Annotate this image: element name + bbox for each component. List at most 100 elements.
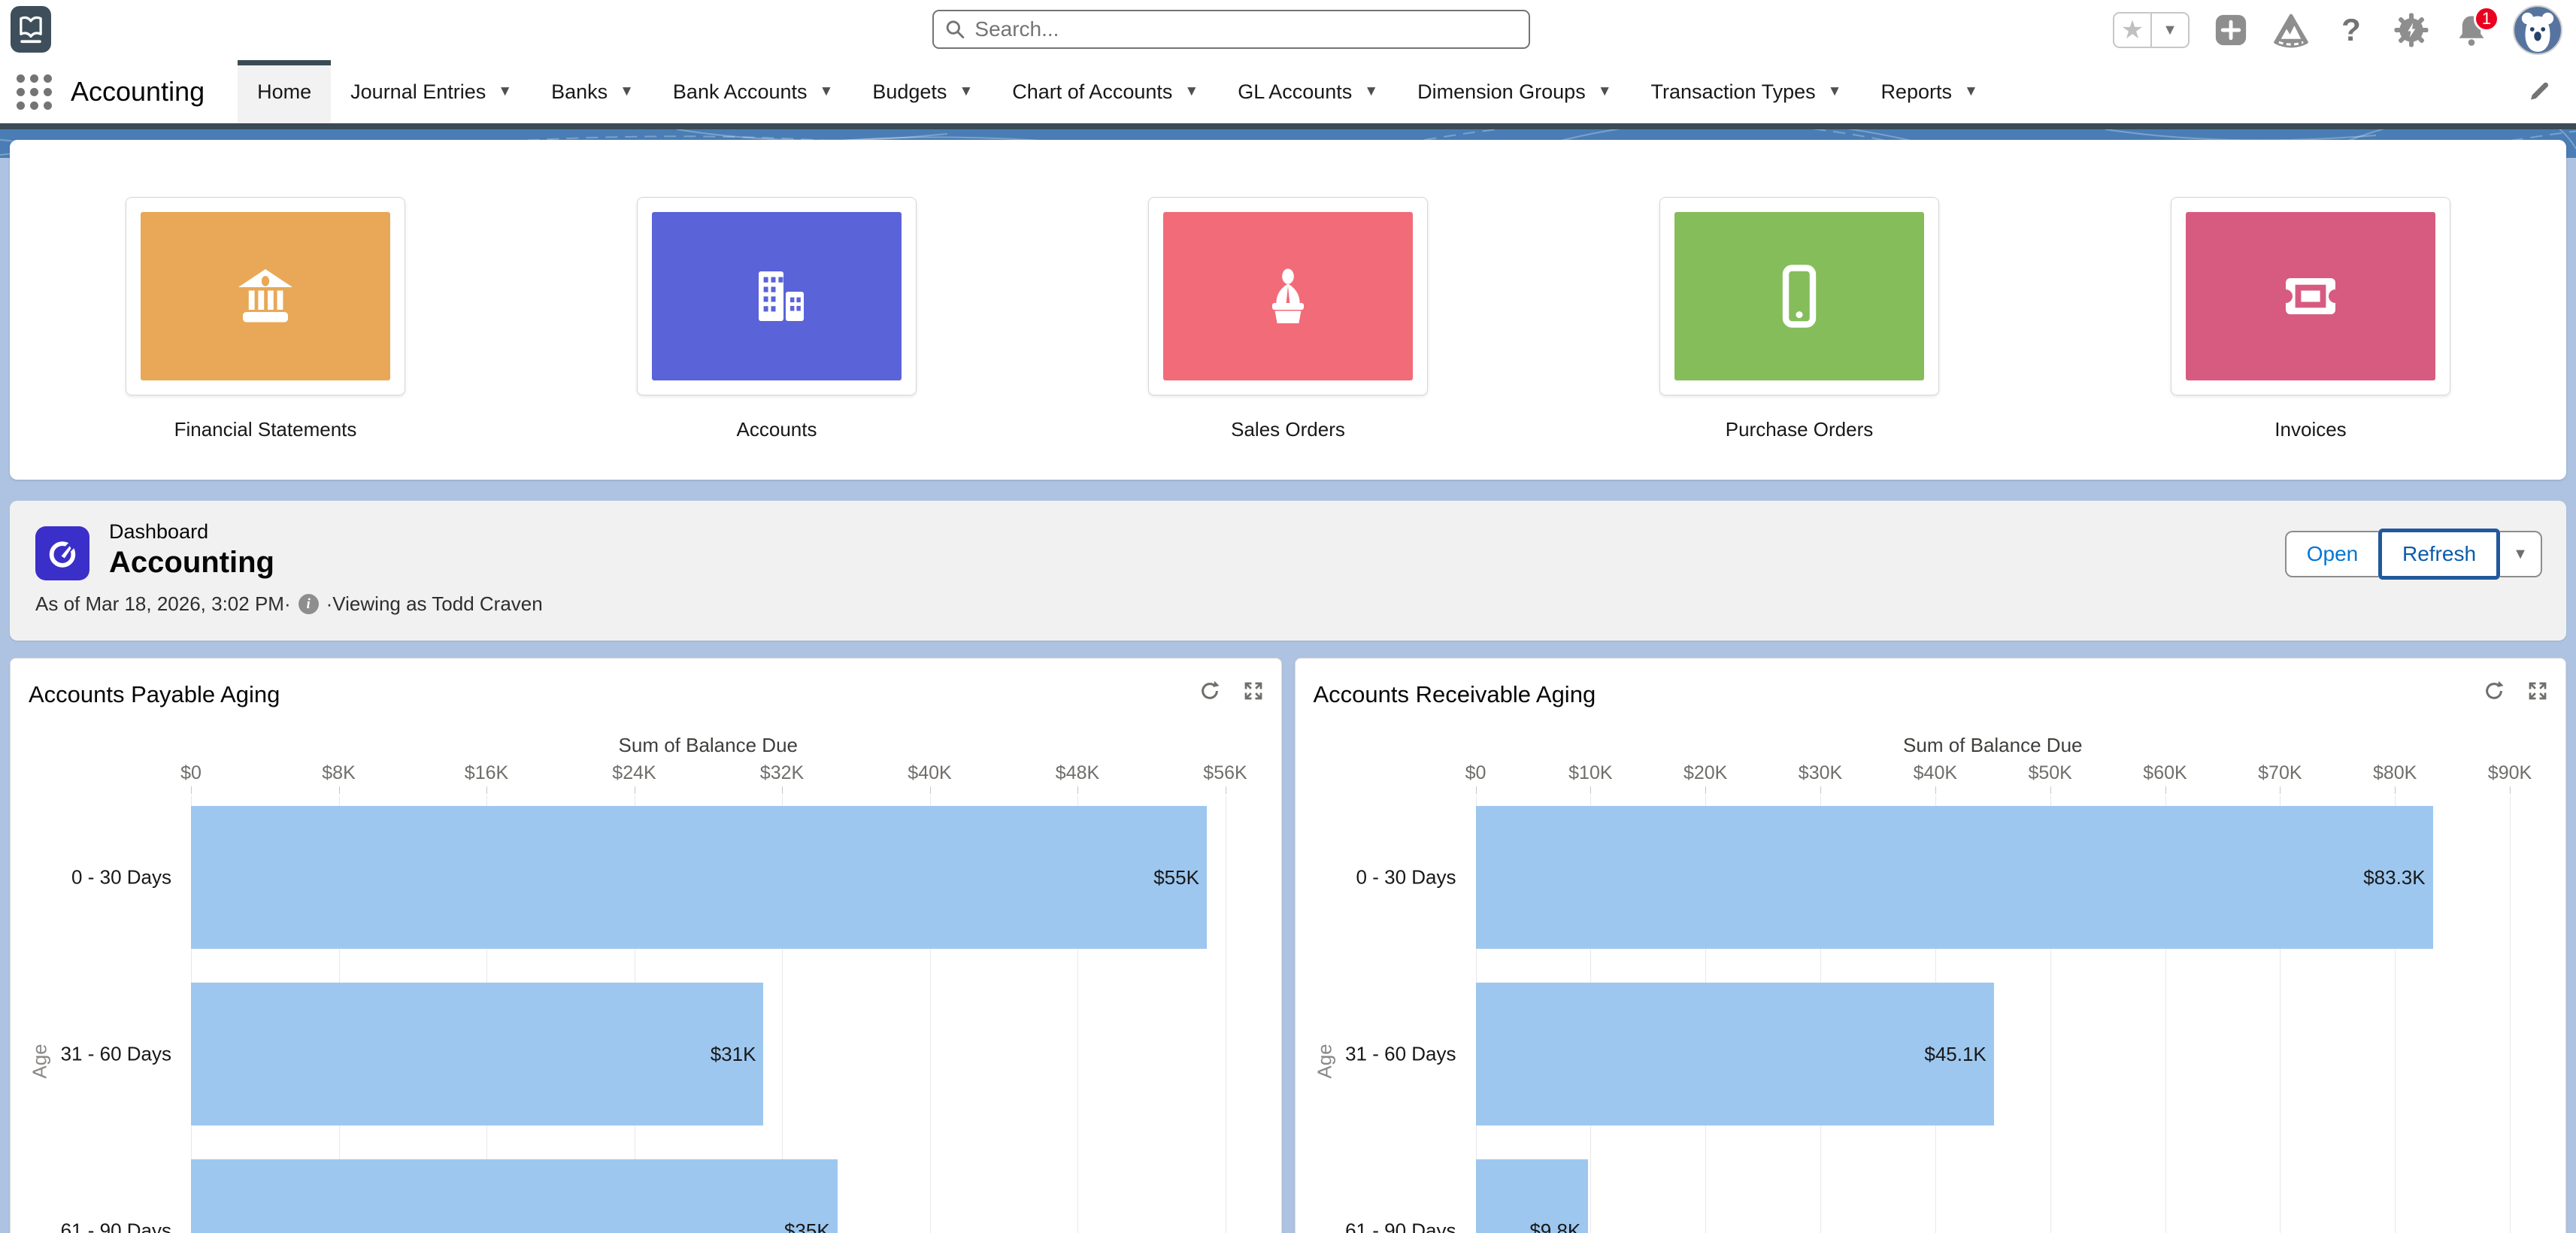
tile-financial-statements[interactable] (126, 197, 405, 395)
axis-tick-label: $0 (1465, 762, 1487, 784)
sales-desk-icon (1252, 260, 1324, 332)
tab-label: Chart of Accounts (1012, 80, 1172, 104)
tile-slot-invoices: Invoices (2055, 197, 2566, 480)
notifications-button[interactable]: 1 (2453, 9, 2490, 51)
edit-nav-button[interactable] (2526, 77, 2553, 107)
pencil-icon (2526, 77, 2553, 105)
value-axis-ticks: $0$8K$16K$24K$32K$40K$48K$56K (191, 762, 1226, 785)
chevron-down-icon: ▼ (620, 83, 634, 100)
chevron-down-icon: ▼ (1964, 83, 1978, 100)
bar-0-30-days[interactable]: $55K (191, 806, 1207, 949)
axis-tick-mark (2510, 786, 2511, 794)
buildings-icon (741, 260, 813, 332)
axis-tick-mark (930, 786, 931, 794)
plot-area: $55K $31K $35K (191, 795, 1226, 1233)
axis-tick-label: $90K (2488, 762, 2532, 784)
viewing-as-text: ·Viewing as Todd Craven (326, 592, 543, 616)
help-button[interactable]: ? (2332, 9, 2370, 51)
bar-value-label: $9.8K (1529, 1219, 1580, 1233)
global-search[interactable] (932, 10, 1530, 49)
plus-icon (2214, 13, 2248, 47)
axis-tick-mark (1935, 786, 1936, 794)
axis-tick-label: $50K (2028, 762, 2071, 784)
tile-sales-orders[interactable] (1148, 197, 1428, 395)
bar-value-label: $55K (1153, 866, 1199, 889)
chart-refresh-button[interactable] (2483, 680, 2505, 704)
tab-budgets[interactable]: Budgets ▼ (853, 60, 993, 123)
tab-dimension-groups[interactable]: Dimension Groups▼ (1398, 60, 1631, 123)
plot-area: $83.3K $45.1K $9.8K (1476, 795, 2511, 1233)
axis-tick-label: $20K (1683, 762, 1727, 784)
chevron-down-icon: ▼ (1184, 83, 1199, 100)
chevron-down-icon: ▼ (959, 83, 973, 100)
tab-label: Dimension Groups (1417, 80, 1586, 104)
ticket-icon (2274, 260, 2347, 332)
app-launcher-button[interactable] (14, 71, 54, 112)
dashboard-more-actions-button[interactable]: ▼ (2500, 531, 2542, 577)
info-icon[interactable]: i (299, 594, 319, 614)
bar-31-60-days[interactable]: $31K (191, 983, 763, 1125)
axis-tick-mark (782, 786, 783, 794)
favorites-list-button[interactable]: ▼ (2150, 12, 2190, 48)
axis-tick-label: $40K (1914, 762, 1957, 784)
chart-title: Accounts Receivable Aging (1314, 681, 1596, 708)
global-actions-button[interactable] (2212, 9, 2250, 51)
tile-color-swatch (652, 212, 902, 380)
bar-61-90-days[interactable]: $35K (191, 1159, 838, 1233)
bar-0-30-days[interactable]: $83.3K (1476, 806, 2433, 949)
favorite-star-button[interactable]: ★ (2113, 12, 2152, 48)
dashboard-actions: Open Refresh ▼ (2285, 531, 2542, 577)
tab-label: Budgets (872, 80, 947, 104)
tab-gl-accounts[interactable]: GL Accounts▼ (1218, 60, 1398, 123)
search-input[interactable] (974, 17, 1518, 41)
tab-chart-of-accounts[interactable]: Chart of Accounts ▼ (993, 60, 1218, 123)
chart-expand-button[interactable] (2526, 680, 2549, 704)
axis-tick-mark (191, 786, 192, 794)
user-profile-button[interactable] (2513, 9, 2562, 51)
axis-tick-label: $24K (612, 762, 656, 784)
chart-accounts-payable-aging: Accounts Payable AgingSum of Balance Due… (10, 658, 1282, 1233)
tab-journal-entries[interactable]: Journal Entries▼ (331, 60, 532, 123)
chart-refresh-button[interactable] (1199, 680, 1221, 704)
axis-tick-label: $40K (908, 762, 951, 784)
tab-label: Bank Accounts (673, 80, 808, 104)
phone-icon (1763, 260, 1835, 332)
tab-bank-accounts[interactable]: Bank Accounts▼ (653, 60, 853, 123)
axis-tick-label: $10K (1568, 762, 1612, 784)
tile-color-swatch (141, 212, 390, 380)
tab-reports[interactable]: Reports▼ (1861, 60, 1997, 123)
tile-accounts[interactable] (637, 197, 917, 395)
guidance-center-button[interactable] (2272, 9, 2310, 51)
chevron-down-icon: ▼ (1828, 83, 1842, 100)
tab-label: Transaction Types (1651, 80, 1816, 104)
tile-slot-purchase-orders: Purchase Orders (1544, 197, 2055, 480)
app-navigation-bar: Accounting HomeJournal Entries▼Banks▼Ban… (0, 60, 2576, 123)
bar-61-90-days[interactable]: $9.8K (1476, 1159, 1589, 1233)
tile-invoices[interactable] (2171, 197, 2450, 395)
tab-banks[interactable]: Banks▼ (532, 60, 653, 123)
chart-expand-button[interactable] (1242, 680, 1265, 704)
as-of-text: As of Mar 18, 2026, 3:02 PM· (35, 592, 291, 616)
value-axis-title: Sum of Balance Due (1476, 734, 2511, 757)
open-button[interactable]: Open (2285, 531, 2378, 577)
page-body: Financial StatementsAccountsSales Orders… (0, 140, 2576, 1233)
tab-label: Home (257, 80, 311, 104)
tile-purchase-orders[interactable] (1659, 197, 1939, 395)
chevron-down-icon: ▼ (498, 83, 512, 100)
tile-color-swatch (2186, 212, 2435, 380)
bar-31-60-days[interactable]: $45.1K (1476, 983, 1994, 1125)
axis-tick-mark (2165, 786, 2166, 794)
tab-transaction-types[interactable]: Transaction Types ▼ (1632, 60, 1862, 123)
gridline (2510, 795, 2511, 1233)
setup-button[interactable] (2393, 9, 2430, 51)
refresh-button[interactable]: Refresh (2378, 529, 2500, 580)
tile-label: Financial Statements (174, 418, 357, 441)
tile-slot-sales-orders: Sales Orders (1032, 197, 1544, 480)
tab-home[interactable]: Home (238, 60, 331, 123)
axis-tick-label: $32K (760, 762, 804, 784)
refresh-icon (2483, 680, 2505, 702)
gear-icon (2393, 12, 2429, 48)
gauge-icon (45, 536, 80, 571)
org-logo[interactable] (11, 6, 51, 53)
dashboard-title: Accounting (109, 546, 274, 580)
